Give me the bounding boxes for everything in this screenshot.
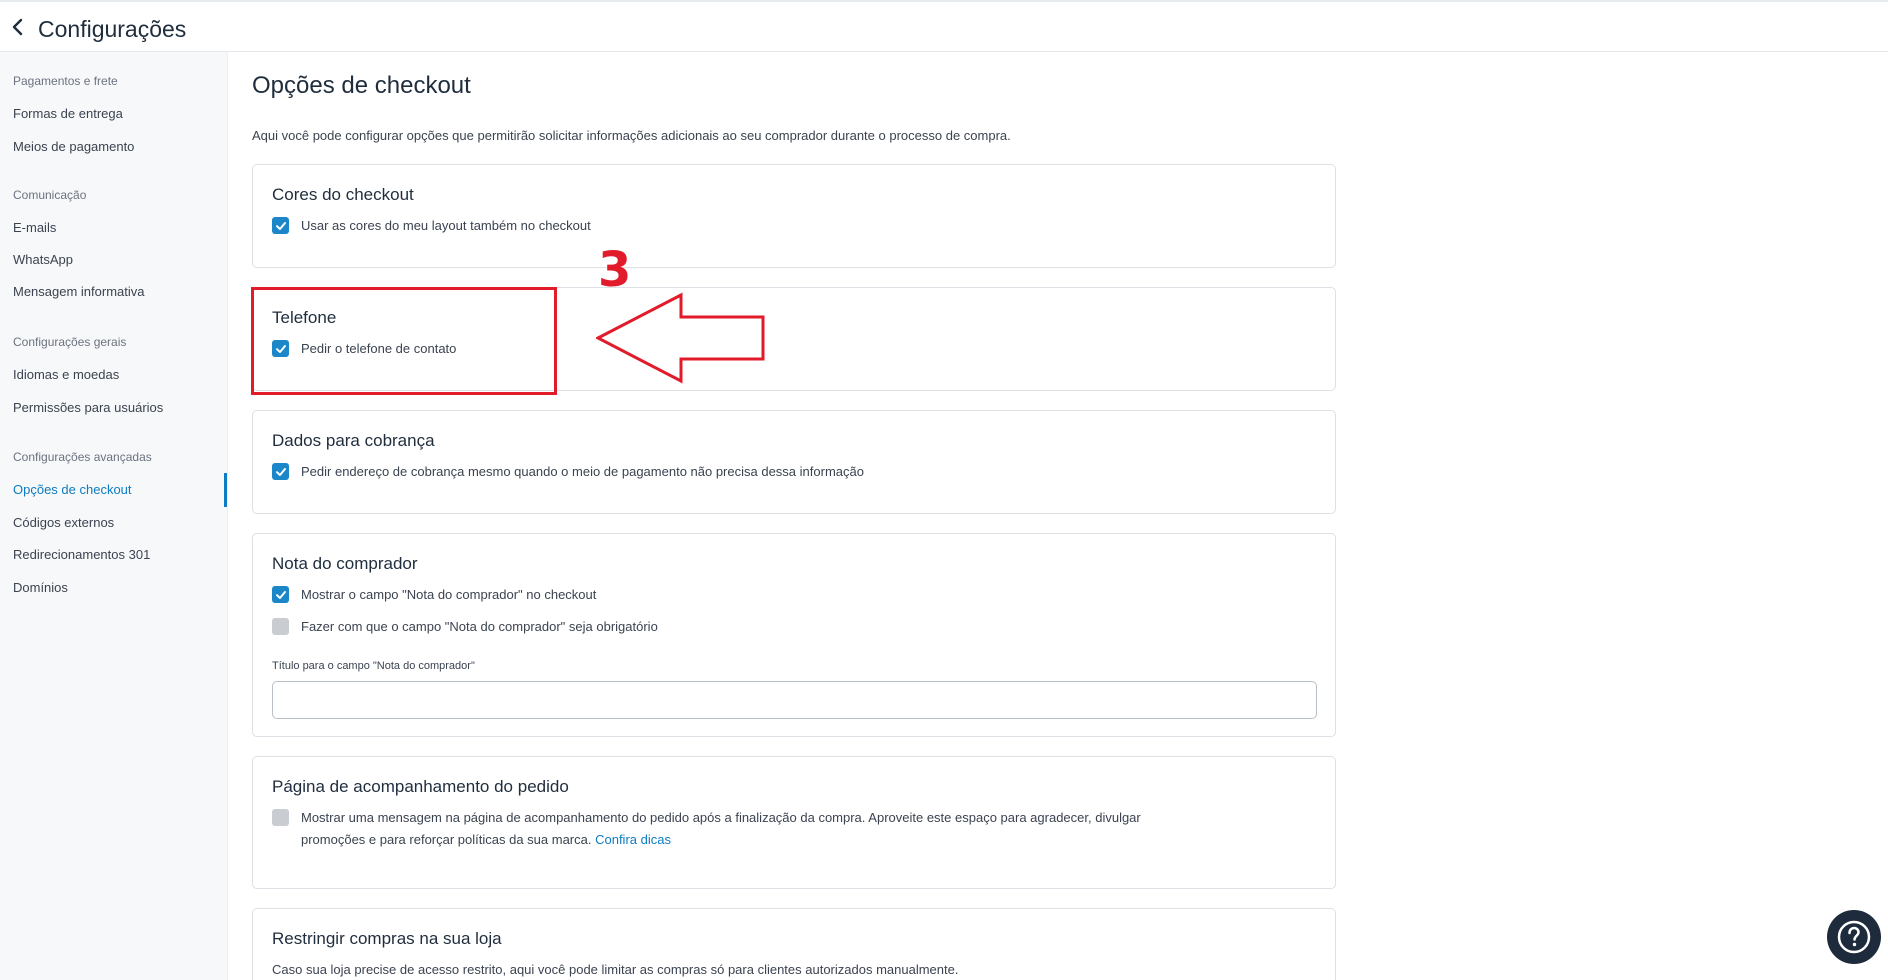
sidebar-item-info-message[interactable]: Mensagem informativa [13, 284, 145, 299]
card-buyer-note: Nota do comprador Mostrar o campo "Nota … [252, 533, 1336, 737]
option-row: Mostrar uma mensagem na página de acompa… [272, 809, 1141, 851]
sidebar: Pagamentos e frete Formas de entrega Mei… [0, 52, 228, 980]
annotation-highlight-box [251, 287, 557, 395]
checkbox-label: Mostrar o campo "Nota do comprador" no c… [301, 587, 597, 602]
checkbox-label: Pedir endereço de cobrança mesmo quando … [301, 464, 864, 479]
top-bar: Configurações [0, 0, 1888, 52]
sidebar-group-general: Configurações gerais [13, 335, 127, 349]
sidebar-item-checkout-options[interactable]: Opções de checkout [13, 482, 132, 497]
sidebar-item-domains[interactable]: Domínios [13, 580, 68, 595]
option-row: Mostrar o campo "Nota do comprador" no c… [272, 586, 596, 606]
sidebar-item-user-permissions[interactable]: Permissões para usuários [13, 400, 163, 415]
sidebar-group-advanced: Configurações avançadas [13, 450, 152, 464]
card-title: Dados para cobrança [272, 431, 435, 450]
main-content: Opções de checkout Aqui você pode config… [228, 52, 1888, 980]
sidebar-item-redirects[interactable]: Redirecionamentos 301 [13, 547, 150, 562]
checkbox-label: Usar as cores do meu layout também no ch… [301, 218, 591, 233]
sidebar-item-languages[interactable]: Idiomas e moedas [13, 367, 119, 382]
checkbox-show-buyer-note[interactable] [272, 586, 289, 603]
annotation-number: 3 [598, 242, 632, 298]
card-description: Caso sua loja precise de acesso restrito… [272, 962, 959, 977]
page-title: Opções de checkout [252, 72, 471, 99]
back-button[interactable]: Configurações [8, 15, 186, 43]
sidebar-item-shipping[interactable]: Formas de entrega [13, 106, 123, 121]
annotation-arrow-icon [596, 292, 765, 384]
tracking-message-line1: Mostrar uma mensagem na página de acompa… [301, 810, 1141, 825]
buyer-note-title-input[interactable] [272, 681, 1317, 719]
option-row: Usar as cores do meu layout também no ch… [272, 217, 591, 237]
checkmark-icon [275, 221, 286, 230]
card-title: Página de acompanhamento do pedido [272, 777, 569, 796]
option-row: Pedir endereço de cobrança mesmo quando … [272, 463, 864, 483]
card-title: Nota do comprador [272, 554, 418, 573]
page-header-title: Configurações [38, 15, 187, 42]
checkbox-label: Fazer com que o campo "Nota do comprador… [301, 619, 658, 634]
page-description: Aqui você pode configurar opções que per… [252, 128, 1011, 143]
checkbox-billing-address[interactable] [272, 463, 289, 480]
sidebar-item-emails[interactable]: E-mails [13, 220, 56, 235]
checkmark-icon [275, 590, 286, 599]
card-order-tracking-page: Página de acompanhamento do pedido Mostr… [252, 756, 1336, 889]
sidebar-group-payments: Pagamentos e frete [13, 74, 118, 88]
help-button[interactable] [1827, 910, 1881, 964]
option-row: Fazer com que o campo "Nota do comprador… [272, 618, 658, 638]
sidebar-item-external-codes[interactable]: Códigos externos [13, 515, 114, 530]
chevron-left-icon [8, 17, 28, 42]
card-restrict-purchases: Restringir compras na sua loja Caso sua … [252, 908, 1336, 980]
buyer-note-title-label: Título para o campo "Nota do comprador" [272, 660, 475, 672]
question-mark-icon [1837, 920, 1871, 954]
checkbox-use-layout-colors[interactable] [272, 217, 289, 234]
tracking-message-line2: promoções e para reforçar políticas da s… [301, 832, 592, 847]
sidebar-item-whatsapp[interactable]: WhatsApp [13, 252, 73, 267]
card-billing-data: Dados para cobrança Pedir endereço de co… [252, 410, 1336, 514]
sidebar-group-communication: Comunicação [13, 188, 87, 202]
sidebar-active-indicator [224, 473, 227, 507]
checkbox-order-tracking-message[interactable] [272, 809, 289, 826]
card-title: Cores do checkout [272, 185, 414, 204]
card-checkout-colors: Cores do checkout Usar as cores do meu l… [252, 164, 1336, 268]
sidebar-item-payment-methods[interactable]: Meios de pagamento [13, 139, 134, 154]
card-title: Restringir compras na sua loja [272, 929, 502, 948]
checkbox-label: Mostrar uma mensagem na página de acompa… [301, 807, 1141, 851]
tips-link[interactable]: Confira dicas [595, 832, 671, 847]
checkbox-buyer-note-required[interactable] [272, 618, 289, 635]
checkmark-icon [275, 467, 286, 476]
